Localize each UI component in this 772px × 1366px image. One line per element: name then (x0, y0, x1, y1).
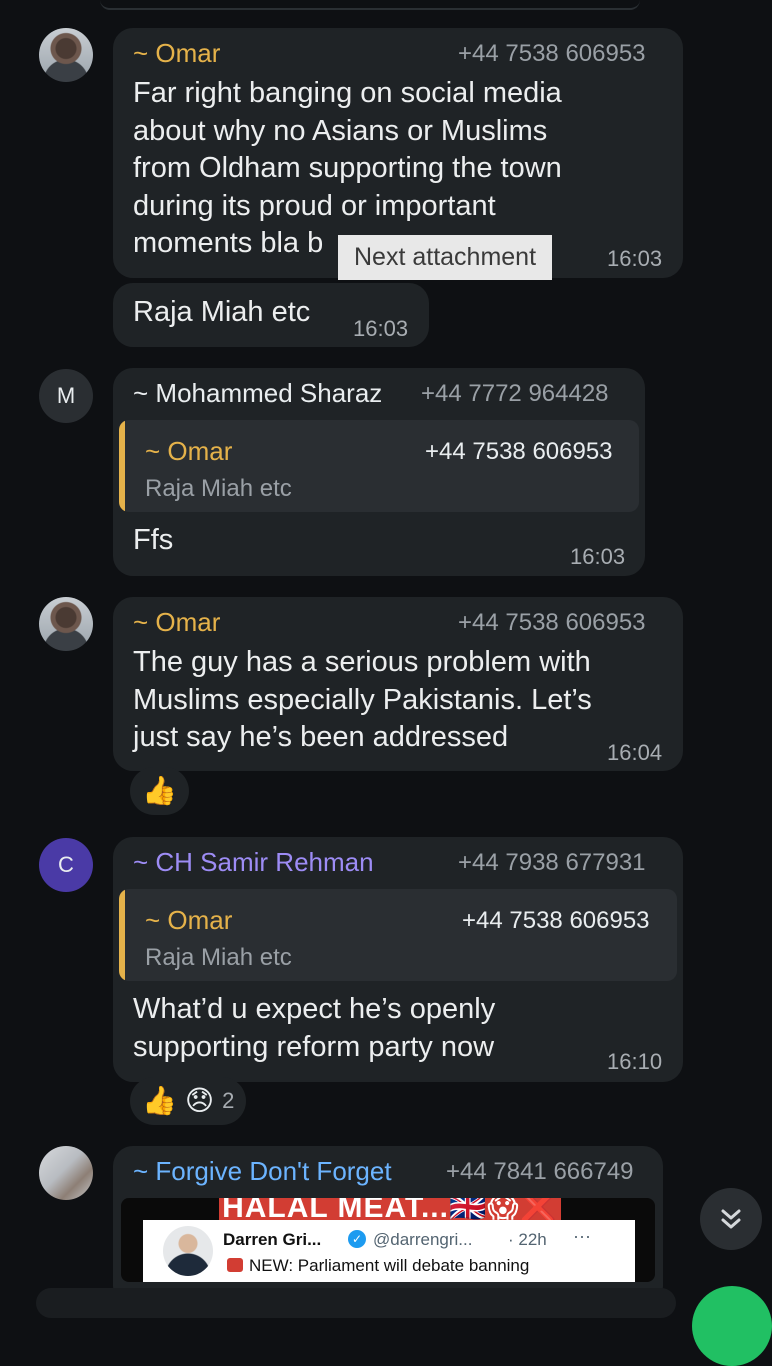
sender-phone: +44 7538 606953 (458, 40, 646, 67)
sender-name[interactable]: ~ Omar (133, 38, 220, 69)
quote-accent-bar (119, 420, 125, 512)
avatar-omar[interactable] (39, 28, 93, 82)
tweet-author: Darren Gri... (223, 1230, 322, 1249)
message-text: Ffs (133, 524, 174, 556)
quote-accent-bar (119, 889, 125, 981)
thumbs-up-icon: 👍 (142, 1085, 177, 1116)
sender-name[interactable]: ~ Mohammed Sharaz (133, 378, 382, 409)
message-text: Raja Miah etc (133, 296, 311, 328)
sender-phone: +44 7772 964428 (421, 380, 609, 407)
avatar-mohammed-sharaz[interactable]: M (39, 369, 93, 423)
tweet-avatar (163, 1226, 213, 1276)
previous-message-edge (100, 0, 640, 10)
siren-icon (227, 1258, 243, 1272)
message-bubble[interactable]: ~ Mohammed Sharaz +44 7772 964428 ~ Omar… (113, 368, 645, 576)
message-input-bar[interactable] (36, 1288, 676, 1318)
message-bubble[interactable]: Raja Miah etc 16:03 (113, 283, 429, 347)
sender-name[interactable]: ~ Forgive Don't Forget (133, 1156, 392, 1187)
message-text: What’d u expect he’s openly supporting r… (133, 993, 496, 1063)
disappointed-face-icon: 😞 (184, 1085, 215, 1116)
quote-sender: ~ Omar (145, 436, 233, 466)
sender-name[interactable]: ~ CH Samir Rehman (133, 847, 374, 878)
image-attachment[interactable]: HALAL MEAT...🇬🇧😱❌ Darren Gri... ✓ @darre… (121, 1198, 655, 1282)
quote-text: Raja Miah etc (145, 475, 292, 502)
quoted-message[interactable]: ~ Omar +44 7538 606953 Raja Miah etc (119, 889, 677, 981)
quote-text: Raja Miah etc (145, 944, 292, 971)
message-time: 16:03 (353, 316, 409, 341)
quoted-message[interactable]: ~ Omar +44 7538 606953 Raja Miah etc (119, 420, 639, 512)
avatar-forgive-dont-forget[interactable] (39, 1146, 93, 1200)
avatar-omar[interactable] (39, 597, 93, 651)
message-time: 16:04 (607, 740, 663, 765)
message-time: 16:03 (570, 544, 626, 569)
sender-name[interactable]: ~ Omar (133, 607, 220, 638)
quote-phone: +44 7538 606953 (425, 438, 613, 465)
quote-phone: +44 7538 606953 (462, 907, 650, 934)
send-button[interactable] (692, 1286, 772, 1366)
avatar-ch-samir-rehman[interactable]: C (39, 838, 93, 892)
tweet-card: Darren Gri... ✓ @darrengri... · 22h ··· … (143, 1220, 635, 1282)
reaction-pill[interactable]: 👍 😞 2 (130, 1077, 247, 1125)
more-options-icon: ··· (573, 1226, 591, 1246)
next-attachment-tooltip: Next attachment (338, 235, 553, 280)
reaction-pill[interactable]: 👍 (130, 767, 189, 815)
sender-phone: +44 7938 677931 (458, 849, 646, 876)
message-bubble[interactable]: ~ Forgive Don't Forget +44 7841 666749 H… (113, 1146, 663, 1306)
tweet-handle: @darrengri... (373, 1230, 473, 1249)
message-time: 16:10 (607, 1049, 663, 1074)
avatar-letter: C (58, 852, 74, 877)
thumbs-up-icon: 👍 (142, 775, 177, 806)
message-bubble[interactable]: ~ Omar +44 7538 606953 The guy has a ser… (113, 597, 683, 771)
message-time: 16:03 (607, 246, 663, 271)
message-bubble[interactable]: ~ CH Samir Rehman +44 7938 677931 ~ Omar… (113, 837, 683, 1082)
tweet-time: · 22h (508, 1230, 547, 1249)
message-text: The guy has a serious problem with Musli… (133, 646, 592, 753)
sender-phone: +44 7538 606953 (458, 609, 646, 636)
double-chevron-down-icon (721, 1209, 741, 1229)
verified-badge-icon: ✓ (348, 1230, 366, 1248)
sender-phone: +44 7841 666749 (446, 1158, 634, 1185)
tweet-text: NEW: Parliament will debate banning (249, 1256, 530, 1275)
scroll-to-bottom-button[interactable] (700, 1188, 762, 1250)
avatar-letter: M (56, 383, 76, 408)
reaction-count: 2 (222, 1088, 235, 1113)
quote-sender: ~ Omar (145, 905, 233, 935)
